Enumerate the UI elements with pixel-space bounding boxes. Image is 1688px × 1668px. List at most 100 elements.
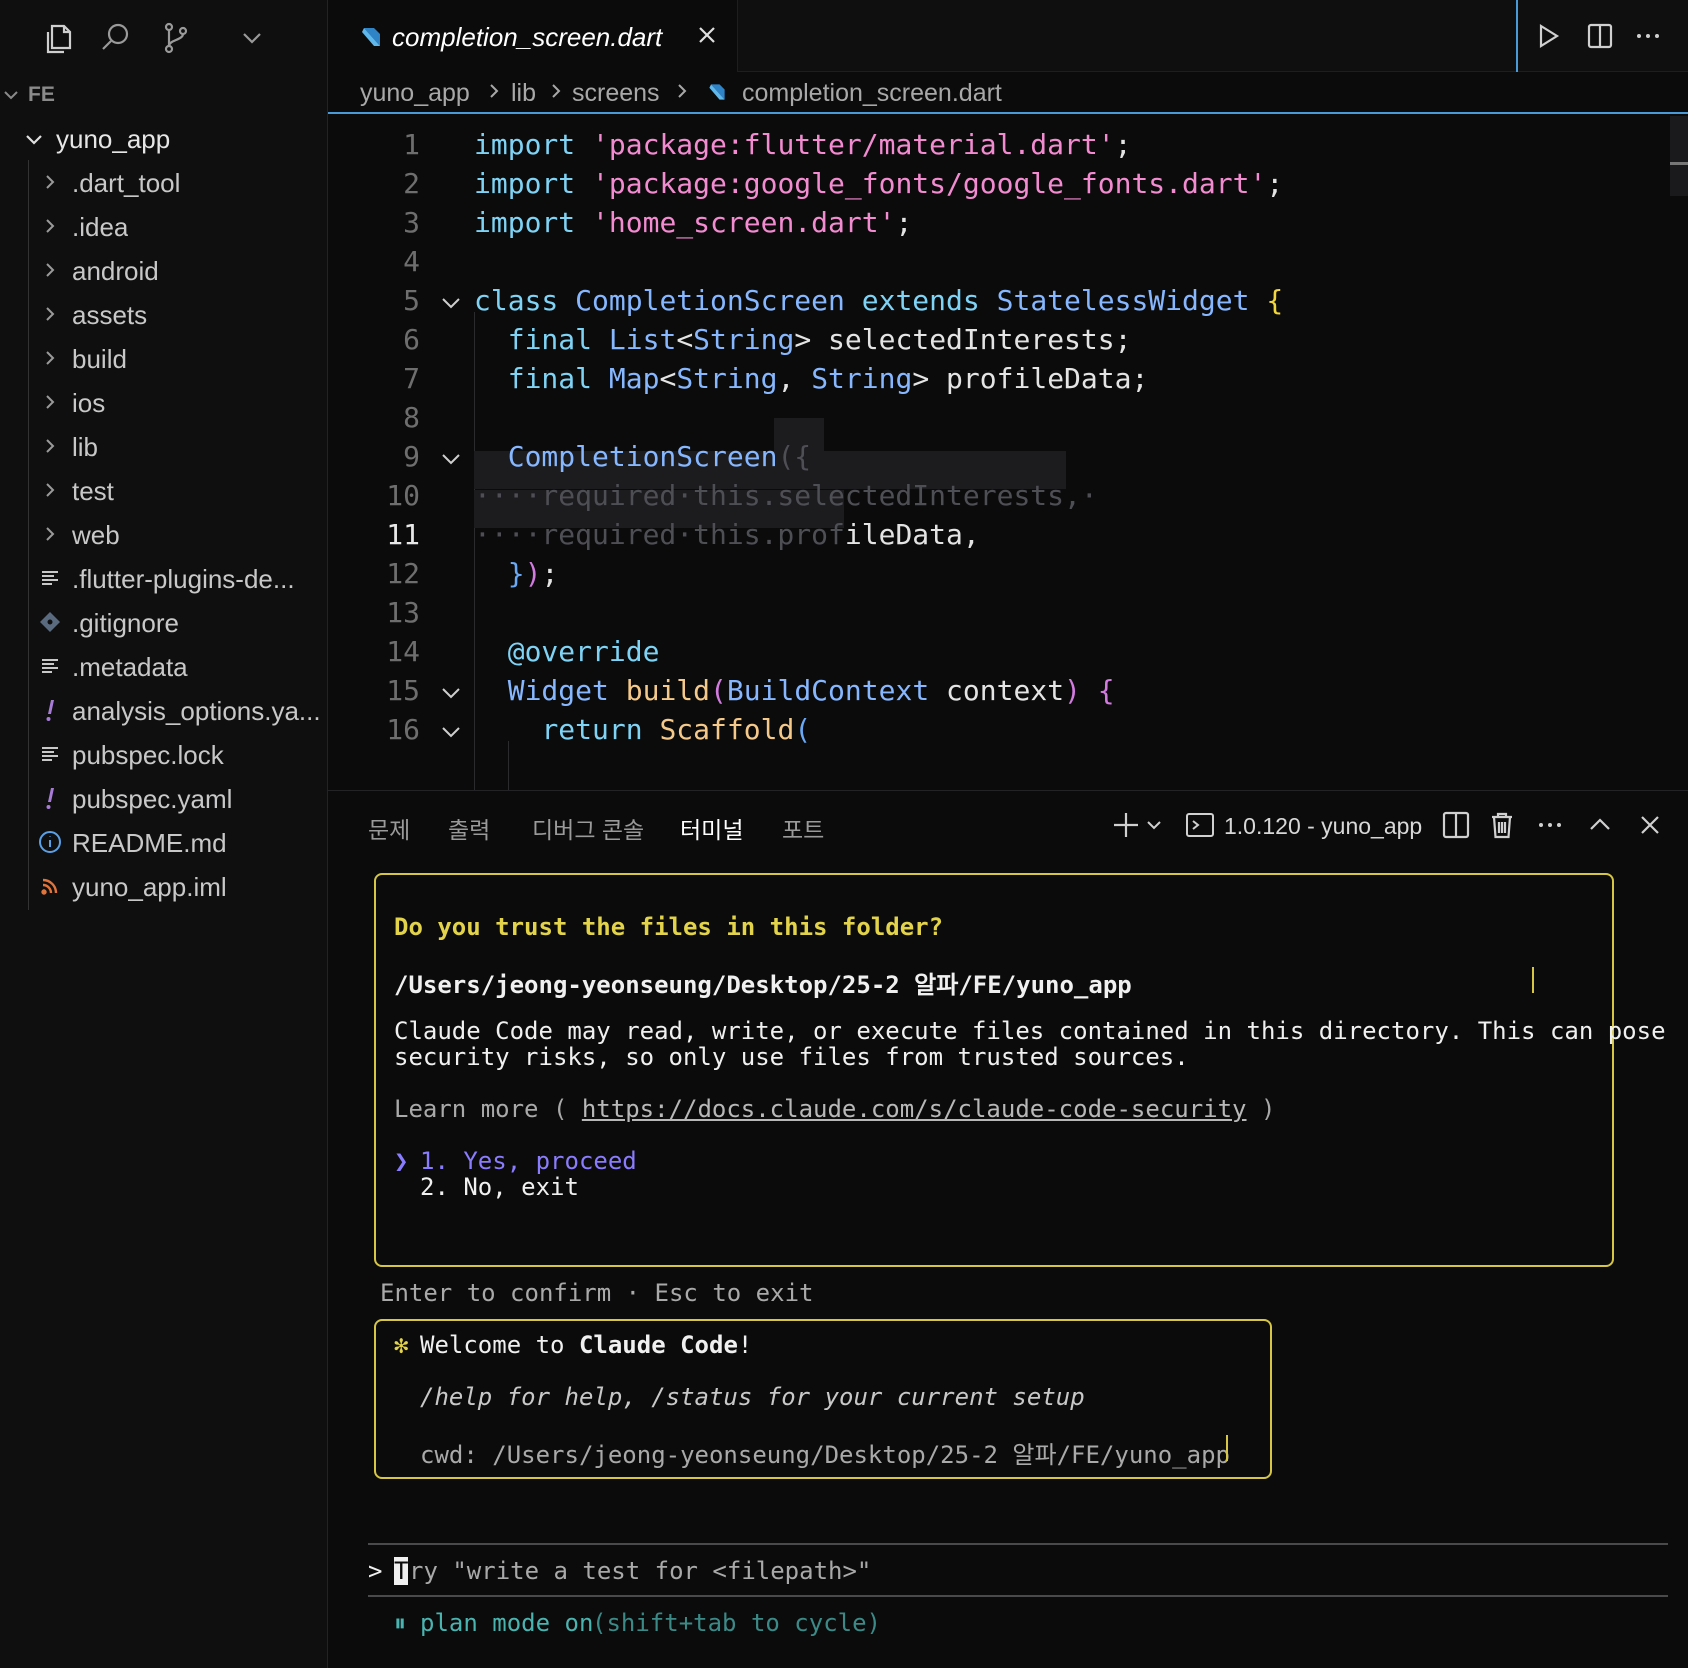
code-line: import 'package:google_fonts/google_font…: [474, 167, 1284, 200]
tree-item-label: analysis_options.ya...: [72, 696, 321, 726]
file-tree: yuno_app .dart_tool .idea android assets bui…: [0, 116, 328, 910]
file-item[interactable]: .flutter-plugins-de...: [0, 556, 328, 600]
folder-item[interactable]: ios: [0, 380, 328, 424]
line-number: 5: [403, 284, 420, 317]
chevron-right-icon: [38, 434, 62, 458]
file-item[interactable]: analysis_options.ya...: [0, 688, 328, 732]
fold-chevron-icon[interactable]: [440, 450, 462, 472]
terminal-name[interactable]: 1.0.120 - yuno_app: [1224, 813, 1422, 840]
breadcrumb-item[interactable]: lib: [511, 79, 536, 108]
close-icon[interactable]: [696, 24, 718, 51]
tree-item-label: pubspec.lock: [72, 740, 224, 770]
line-number: 4: [403, 245, 420, 278]
tree-item-label: lib: [72, 432, 99, 462]
run-icon[interactable]: [1532, 20, 1564, 52]
option-no-exit[interactable]: 2. No, exit: [420, 1173, 579, 1201]
folder-item[interactable]: .dart_tool: [0, 160, 328, 204]
editor-scrollbar[interactable]: [1670, 116, 1688, 196]
folder-item[interactable]: test: [0, 468, 328, 512]
section-label: FE: [28, 83, 55, 106]
trash-icon[interactable]: [1486, 809, 1518, 841]
line-number: 15: [386, 674, 420, 707]
security-docs-link[interactable]: https://docs.claude.com/s/claude-code-se…: [582, 1095, 1247, 1123]
chevron-up-icon[interactable]: [1584, 809, 1616, 841]
trust-path: /Users/jeong-yeonseung/Desktop/25-2 알파/F…: [394, 971, 1132, 999]
fold-chevron-icon[interactable]: [440, 723, 462, 745]
welcome-box: ✻ Welcome to Claude Code! /help for help…: [374, 1319, 1272, 1479]
file-item[interactable]: yuno_app.iml: [0, 864, 328, 908]
file-item[interactable]: README.md: [0, 820, 328, 864]
indent-guide: [508, 741, 509, 790]
breadcrumb-item[interactable]: screens: [572, 79, 660, 108]
line-number: 9: [403, 440, 420, 473]
tab-output[interactable]: 출력: [448, 811, 490, 845]
chevron-right-icon: [38, 522, 62, 546]
tab-problems[interactable]: 문제: [368, 811, 410, 845]
pause-icon: ⏸: [394, 1609, 406, 1637]
help-hint: /help for help, /status for your current…: [420, 1383, 1085, 1411]
text-cursor: [1226, 1435, 1228, 1461]
fold-chevron-icon[interactable]: [440, 684, 462, 706]
welcome-prefix: Welcome to: [420, 1331, 579, 1359]
split-terminal-icon[interactable]: [1440, 809, 1472, 841]
search-icon[interactable]: [96, 18, 136, 58]
source-control-icon[interactable]: [156, 18, 196, 58]
chevron-down-icon[interactable]: [232, 18, 272, 58]
folder-item[interactable]: lib: [0, 424, 328, 468]
line-number: 8: [403, 401, 420, 434]
tree-item-label: README.md: [72, 828, 227, 858]
breadcrumb-item[interactable]: completion_screen.dart: [742, 79, 1002, 108]
folder-item[interactable]: assets: [0, 292, 328, 336]
split-editor-icon[interactable]: [1584, 20, 1616, 52]
explorer-section-header[interactable]: FE: [0, 80, 328, 110]
chevron-right-icon: [674, 79, 690, 108]
code-line: return Scaffold(: [541, 713, 812, 746]
add-terminal-icon[interactable]: [1110, 809, 1142, 841]
chevron-right-icon: [38, 390, 62, 414]
input-divider-top: [368, 1543, 1668, 1545]
code-area[interactable]: 1 import 'package:flutter/material.dart';…: [328, 116, 1688, 790]
code-line: ····required·this.selectedInterests,·: [474, 479, 1098, 512]
fold-chevron-icon[interactable]: [440, 294, 462, 316]
close-panel-icon[interactable]: [1634, 809, 1666, 841]
folder-item[interactable]: web: [0, 512, 328, 556]
breadcrumb-item[interactable]: yuno_app: [360, 79, 470, 108]
tree-item-label: pubspec.yaml: [72, 784, 233, 814]
editor-tab-active[interactable]: completion_screen.dart: [328, 0, 738, 72]
chevron-right-icon: [38, 170, 62, 194]
line-number: 16: [386, 713, 420, 746]
folder-root[interactable]: yuno_app: [0, 116, 328, 160]
line-number: 12: [386, 557, 420, 590]
chevron-right-icon: [38, 302, 62, 326]
bottom-panel: 문제 출력 디버그 콘솔 터미널 포트 1.0.120 - yuno_app D…: [328, 790, 1688, 1668]
tab-ports[interactable]: 포트: [782, 811, 824, 845]
chevron-right-icon: [38, 478, 62, 502]
line-number: 13: [386, 596, 420, 629]
editor-actions: [1516, 0, 1688, 72]
chevron-right-icon: [38, 214, 62, 238]
code-line: class CompletionScreen extends Stateless…: [474, 284, 1284, 317]
more-actions-icon[interactable]: [1534, 809, 1566, 841]
prompt-input[interactable]: ry "write a test for <filepath>": [409, 1557, 871, 1585]
chevron-down-icon[interactable]: [1144, 815, 1164, 847]
git-file-icon: [38, 610, 62, 634]
folder-item[interactable]: .idea: [0, 204, 328, 248]
folder-item[interactable]: android: [0, 248, 328, 292]
more-actions-icon[interactable]: [1632, 20, 1664, 52]
option-yes-proceed[interactable]: 1. Yes, proceed: [420, 1147, 637, 1175]
explorer-icon[interactable]: [38, 18, 78, 58]
code-line: });: [507, 557, 559, 590]
file-item[interactable]: .metadata: [0, 644, 328, 688]
tab-terminal[interactable]: 터미널: [680, 811, 743, 845]
file-item[interactable]: .gitignore: [0, 600, 328, 644]
line-number: 1: [403, 128, 420, 161]
tab-debug-console[interactable]: 디버그 콘솔: [532, 811, 644, 845]
scrollbar-marker: [1670, 162, 1688, 165]
file-item[interactable]: pubspec.yaml: [0, 776, 328, 820]
file-item[interactable]: pubspec.lock: [0, 732, 328, 776]
explorer-sidebar: FE yuno_app .dart_tool .idea android assets…: [0, 0, 328, 1668]
mode-cycle-hint: (shift+tab to cycle): [592, 1609, 881, 1637]
folder-item[interactable]: build: [0, 336, 328, 380]
terminal-output[interactable]: Do you trust the files in this folder? /…: [328, 859, 1688, 1668]
input-divider-bottom: [368, 1595, 1668, 1597]
